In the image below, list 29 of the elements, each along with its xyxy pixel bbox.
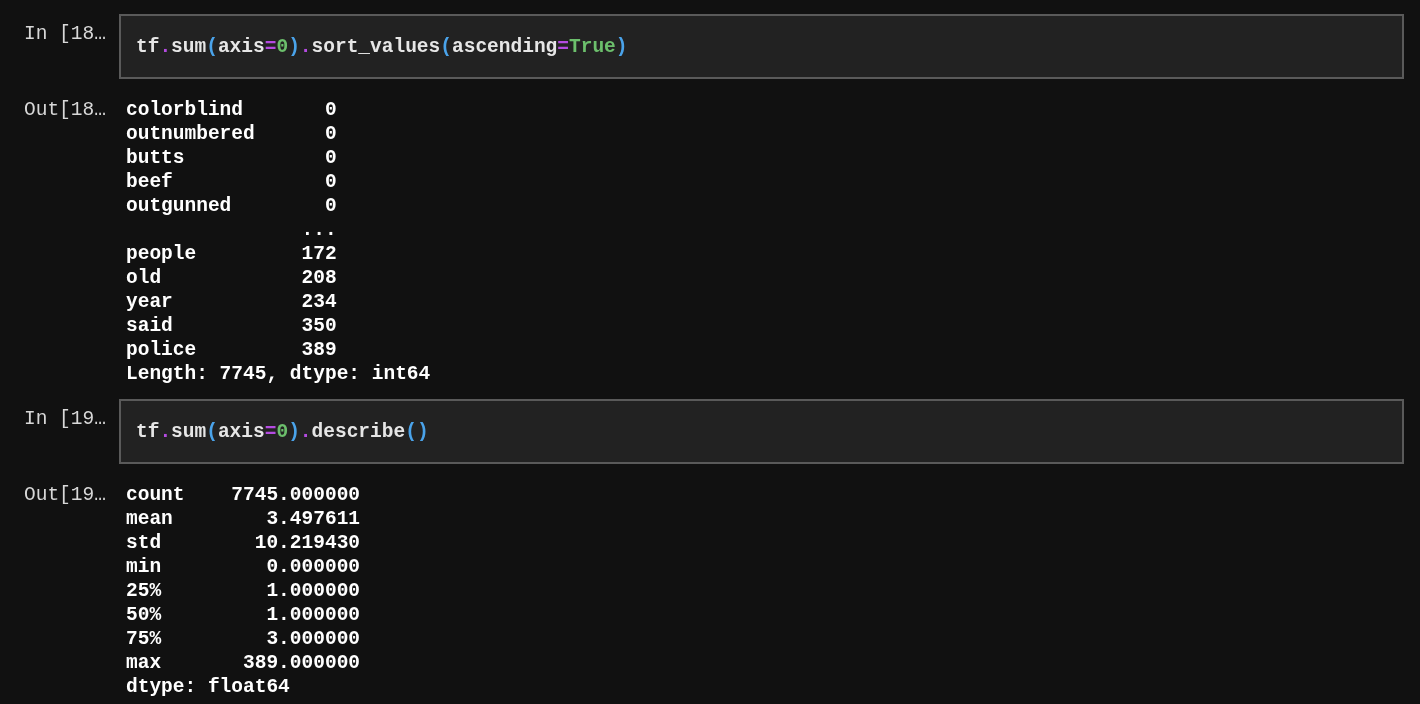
- output-line: beef 0: [126, 170, 337, 194]
- output-line: 75% 3.000000: [126, 627, 361, 651]
- output-line: ...: [300, 218, 337, 242]
- output-line: people 172: [126, 242, 337, 266]
- output-line: Length: 7745, dtype: int64: [126, 362, 431, 386]
- output-line: butts 0: [126, 146, 337, 170]
- output-prompt: Out[18…: [24, 98, 107, 123]
- output-line: max 389.000000: [126, 651, 361, 675]
- output-line: said 350: [126, 314, 337, 338]
- output-line: count 7745.000000: [126, 483, 361, 507]
- output-line: old 208: [126, 266, 337, 290]
- output-line: colorblind 0: [126, 98, 337, 122]
- output-line: std 10.219430: [126, 531, 361, 555]
- input-prompt: In [19…: [24, 407, 107, 432]
- output-line: mean 3.497611: [126, 507, 361, 531]
- output-line: outnumbered 0: [126, 122, 337, 146]
- code-cell[interactable]: tf.sum(axis=0).sort_values(ascending=True): [119, 14, 1404, 79]
- output-line: outgunned 0: [126, 194, 337, 218]
- input-prompt: In [18…: [24, 22, 107, 47]
- output-line: dtype: float64: [126, 675, 290, 699]
- code-line: tf.sum(axis=0).describe(): [136, 419, 429, 444]
- output-line: min 0.000000: [126, 555, 361, 579]
- output-prompt: Out[19…: [24, 483, 107, 508]
- output-line: 50% 1.000000: [126, 603, 361, 627]
- code-cell[interactable]: tf.sum(axis=0).describe(): [119, 399, 1404, 464]
- code-line: tf.sum(axis=0).sort_values(ascending=True): [136, 34, 628, 59]
- output-line: year 234: [126, 290, 337, 314]
- output-line: police 389: [126, 338, 337, 362]
- output-line: 25% 1.000000: [126, 579, 361, 603]
